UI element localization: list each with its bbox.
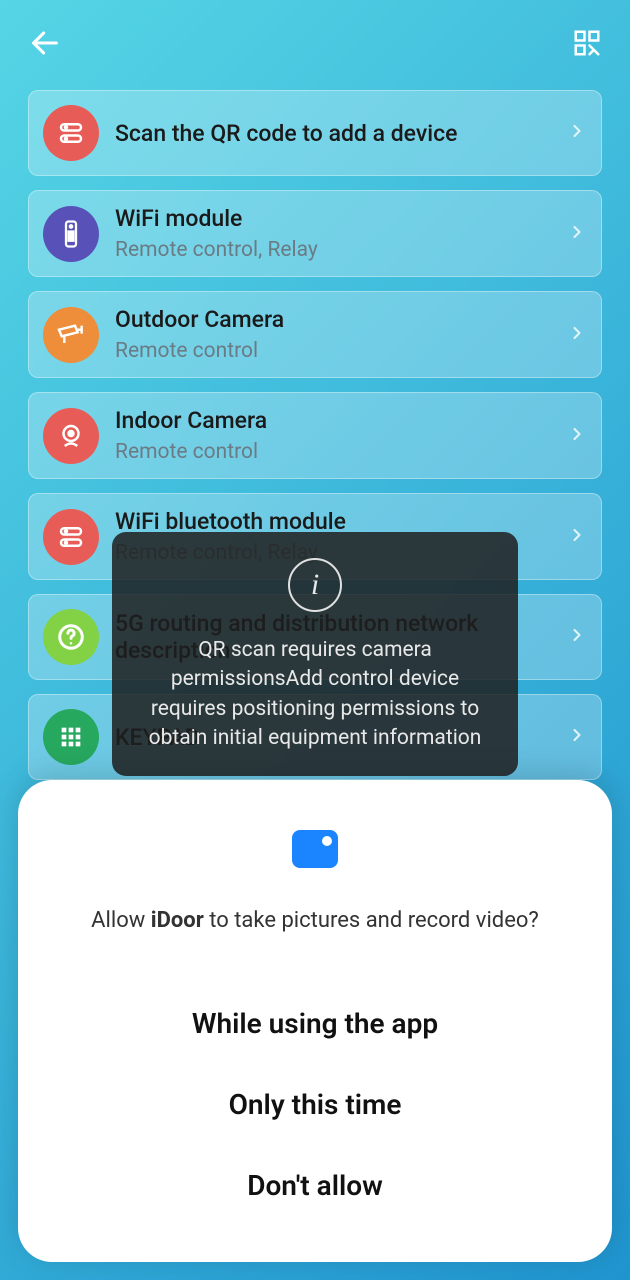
device-option[interactable]: WiFi module Remote control, Relay [28, 190, 602, 277]
chevron-right-icon [567, 625, 587, 649]
perm-option-while-using[interactable]: While using the app [44, 983, 586, 1064]
back-button[interactable] [28, 26, 62, 64]
device-icon [43, 509, 99, 565]
chevron-right-icon [567, 222, 587, 246]
keypad-icon [43, 709, 99, 765]
item-subtitle: Remote control, Relay [115, 238, 567, 262]
item-title: WiFi module [115, 205, 567, 232]
camera-icon [292, 830, 338, 868]
chevron-right-icon [567, 424, 587, 448]
qr-scan-button[interactable] [572, 28, 602, 62]
perm-option-dont-allow[interactable]: Don't allow [44, 1145, 586, 1226]
item-title: WiFi bluetooth module [115, 508, 567, 535]
info-icon: i [288, 558, 342, 612]
perm-option-only-this-time[interactable]: Only this time [44, 1064, 586, 1145]
item-title: Indoor Camera [115, 407, 567, 434]
outdoor-camera-icon [43, 307, 99, 363]
question-icon [43, 609, 99, 665]
device-option[interactable]: Outdoor Camera Remote control [28, 291, 602, 378]
permission-text: Allow iDoor to take pictures and record … [44, 908, 586, 933]
device-icon [43, 105, 99, 161]
chevron-right-icon [567, 323, 587, 347]
chevron-right-icon [567, 725, 587, 749]
webcam-icon [43, 408, 99, 464]
chevron-right-icon [567, 525, 587, 549]
permission-sheet: Allow iDoor to take pictures and record … [18, 780, 612, 1262]
remote-icon [43, 206, 99, 262]
item-subtitle: Remote control [115, 440, 567, 464]
info-toast: i QR scan requires camera permissionsAdd… [112, 532, 518, 776]
item-title: Scan the QR code to add a device [115, 120, 567, 147]
toast-message: QR scan requires camera permissionsAdd c… [134, 636, 496, 754]
chevron-right-icon [567, 121, 587, 145]
device-option[interactable]: Indoor Camera Remote control [28, 392, 602, 479]
item-title: Outdoor Camera [115, 306, 567, 333]
item-subtitle: Remote control [115, 339, 567, 363]
device-option[interactable]: Scan the QR code to add a device [28, 90, 602, 176]
